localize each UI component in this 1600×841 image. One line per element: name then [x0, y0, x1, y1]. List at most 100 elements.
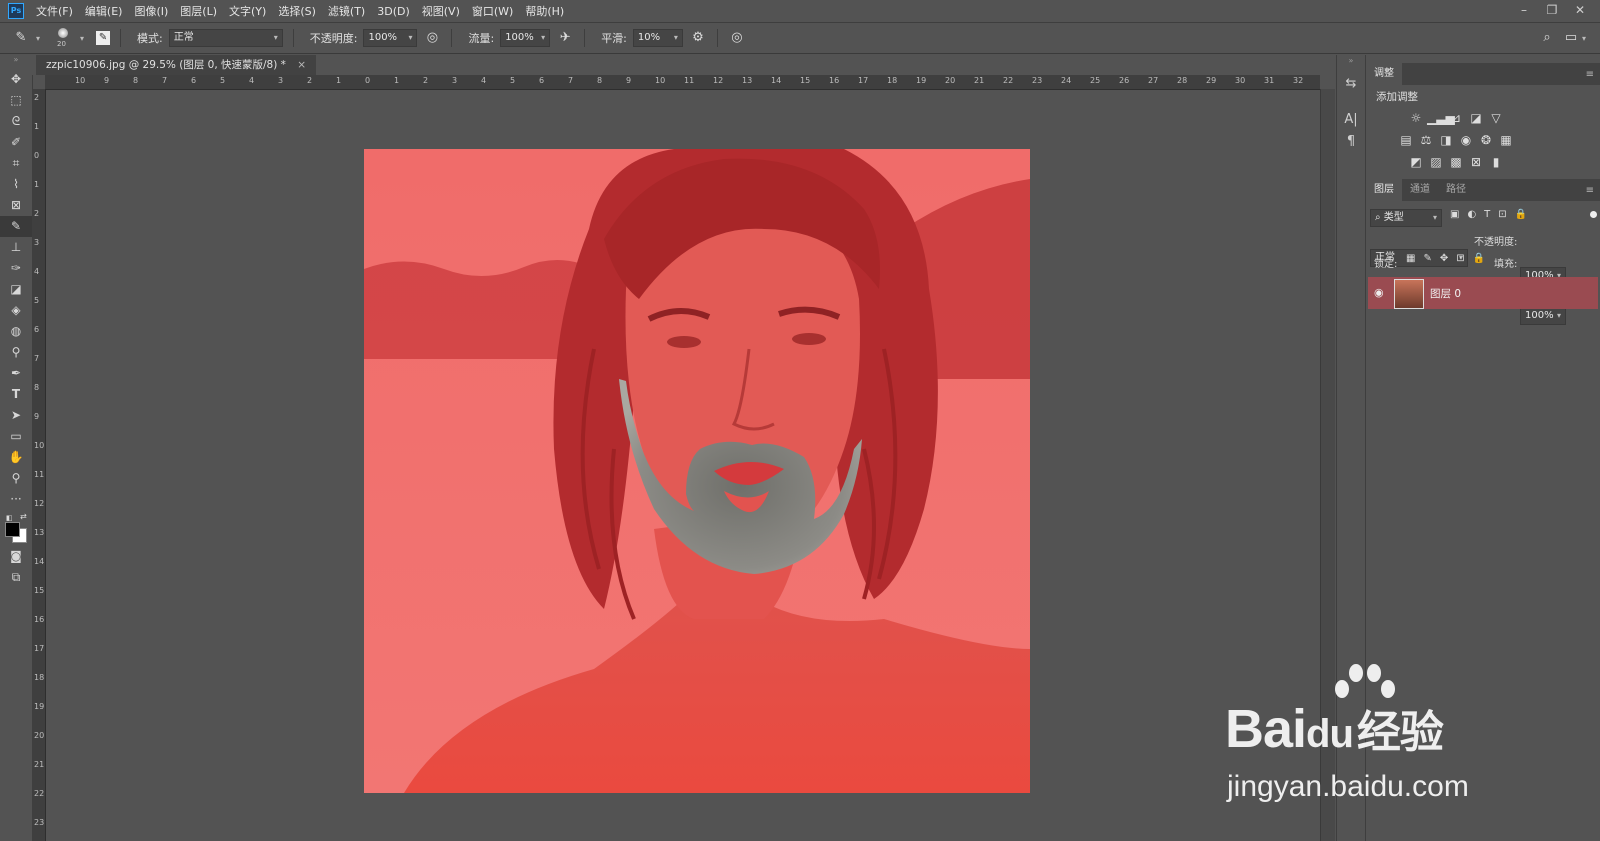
move-tool-icon[interactable]: ✥ — [0, 69, 32, 90]
menu-type[interactable]: 文字(Y) — [223, 3, 272, 19]
flow-field[interactable]: 100% ▾ — [500, 29, 551, 47]
layer-filter-icons[interactable]: ▣◐T⊡🔒 — [1450, 209, 1535, 220]
quick-select-tool-icon[interactable]: ✐ — [0, 132, 32, 153]
minimize-icon[interactable]: – — [1510, 0, 1538, 22]
gear-icon[interactable]: ⚙ — [689, 29, 707, 47]
menu-layer[interactable]: 图层(L) — [174, 3, 223, 19]
channel-mixer-icon[interactable]: ❂ — [1477, 131, 1495, 149]
ruler-tick-label: 9 — [626, 76, 632, 85]
ruler-tick-label: 1 — [34, 122, 40, 131]
paragraph-panel-icon[interactable]: ¶ — [1337, 131, 1365, 153]
fill-label: 填充: — [1494, 259, 1518, 270]
visibility-eye-icon[interactable]: ◉ — [1374, 286, 1384, 299]
hue-saturation-icon[interactable]: ▤ — [1397, 131, 1415, 149]
pressure-size-icon[interactable]: ◎ — [728, 29, 746, 47]
ruler-tick-label: 5 — [220, 76, 226, 85]
ruler-tick-label: 25 — [1090, 76, 1101, 85]
menu-3d[interactable]: 3D(D) — [371, 5, 416, 18]
curves-icon[interactable]: ⊿ — [1447, 109, 1465, 127]
color-lookup-icon[interactable]: ▦ — [1497, 131, 1515, 149]
opacity-field[interactable]: 100% ▾ — [363, 29, 418, 47]
history-panel-icon[interactable]: ⇆ — [1337, 73, 1365, 95]
selective-color-icon[interactable]: ⊠ — [1467, 153, 1485, 171]
paint-bucket-tool-icon[interactable]: ◈ — [0, 300, 32, 321]
brush-panel-icon[interactable]: ✎ — [96, 31, 111, 45]
black-white-icon[interactable]: ◨ — [1437, 131, 1455, 149]
gradient-map-icon[interactable]: ▮ — [1487, 153, 1505, 171]
lock-icons[interactable]: ▦✎✥⊡🔒 — [1406, 253, 1493, 264]
blur-tool-icon[interactable]: ◍ — [0, 321, 32, 342]
menu-filter[interactable]: 滤镜(T) — [322, 3, 371, 19]
character-panel-icon[interactable]: A| — [1337, 109, 1365, 131]
menu-view[interactable]: 视图(V) — [416, 3, 466, 19]
type-tool-icon[interactable]: T — [0, 384, 32, 405]
quick-mask-icon[interactable]: ◙ — [0, 546, 32, 567]
vertical-ruler[interactable]: 2 1 0 1 2 3 4 5 6 7 8 9 10 11 12 13 14 15 16 17 18 19 20 21 22 23 — [32, 89, 46, 841]
layer-row-selected[interactable]: ◉ 图层 0 — [1368, 277, 1598, 309]
chevron-down-icon[interactable]: ▾ — [80, 34, 84, 43]
foreground-color-swatch[interactable] — [5, 522, 20, 537]
zoom-tool-icon[interactable]: ⚲ — [0, 468, 32, 489]
search-icon[interactable]: ⌕ — [1538, 29, 1556, 47]
collapse-strip-icon[interactable]: » — [1337, 55, 1365, 69]
history-brush-tool-icon[interactable]: ✑ — [0, 258, 32, 279]
workspace-icon[interactable]: ▭ — [1562, 29, 1580, 47]
smoothing-field[interactable]: 10% ▾ — [632, 29, 683, 47]
stamp-tool-icon[interactable]: ⊥ — [0, 237, 32, 258]
photo-filter-icon[interactable]: ◉ — [1457, 131, 1475, 149]
collapse-tools-icon[interactable]: » — [0, 55, 32, 69]
filter-toggle-icon[interactable] — [1590, 211, 1597, 218]
menu-edit[interactable]: 编辑(E) — [79, 3, 129, 19]
chevron-down-icon[interactable]: ▾ — [36, 34, 40, 43]
path-select-tool-icon[interactable]: ➤ — [0, 405, 32, 426]
menu-help[interactable]: 帮助(H) — [519, 3, 570, 19]
frame-tool-icon[interactable]: ⊠ — [0, 195, 32, 216]
marquee-tool-icon[interactable]: ⬚ — [0, 90, 32, 111]
pressure-opacity-icon[interactable]: ◎ — [423, 29, 441, 47]
lasso-tool-icon[interactable]: ᘓ — [0, 111, 32, 132]
default-colors-icon[interactable]: ◧ — [6, 514, 13, 522]
rectangle-tool-icon[interactable]: ▭ — [0, 426, 32, 447]
crop-tool-icon[interactable]: ⌗ — [0, 153, 32, 174]
levels-icon[interactable]: ▁▃▅ — [1427, 109, 1455, 127]
tab-layers[interactable]: 图层 — [1366, 179, 1402, 201]
mode-select[interactable]: 正常 ▾ — [168, 29, 283, 47]
fill-field[interactable]: 100% ▾ — [1520, 307, 1566, 325]
document-tab[interactable]: zzpic10906.jpg @ 29.5% (图层 0, 快速蒙版/8) * … — [36, 55, 317, 75]
brush-tool-icon[interactable]: ✎ — [0, 216, 32, 237]
brush-preset-icon[interactable]: ✎ — [12, 29, 30, 47]
invert-icon[interactable]: ◩ — [1407, 153, 1425, 171]
threshold-icon[interactable]: ▩ — [1447, 153, 1465, 171]
layer-filter-select[interactable]: ⌕ 类型 ▾ — [1370, 209, 1442, 227]
chevron-down-icon[interactable]: ▾ — [1582, 34, 1586, 43]
eraser-tool-icon[interactable]: ◪ — [0, 279, 32, 300]
color-balance-icon[interactable]: ⚖ — [1417, 131, 1435, 149]
menu-select[interactable]: 选择(S) — [272, 3, 322, 19]
brightness-icon[interactable]: ☼ — [1407, 109, 1425, 127]
menu-image[interactable]: 图像(I) — [128, 3, 174, 19]
panel-menu-icon[interactable]: ≡ — [1586, 69, 1594, 80]
close-tab-icon[interactable]: × — [297, 59, 306, 71]
eyedropper-tool-icon[interactable]: ⌇ — [0, 174, 32, 195]
pen-tool-icon[interactable]: ✒ — [0, 363, 32, 384]
hand-tool-icon[interactable]: ✋ — [0, 447, 32, 468]
tab-paths[interactable]: 路径 — [1438, 179, 1474, 201]
restore-icon[interactable]: ❐ — [1538, 0, 1566, 22]
airbrush-icon[interactable]: ✈ — [556, 29, 574, 47]
brush-size-picker[interactable]: 20 — [52, 26, 74, 50]
exposure-icon[interactable]: ◪ — [1467, 109, 1485, 127]
posterize-icon[interactable]: ▨ — [1427, 153, 1445, 171]
horizontal-ruler[interactable]: 10 9 8 7 6 5 4 3 2 1 0 1 2 3 4 5 6 7 8 9 10 11 12 13 14 15 16 17 18 1… — [45, 75, 1320, 90]
document-image[interactable] — [364, 149, 1030, 793]
close-window-icon[interactable]: ✕ — [1566, 0, 1594, 22]
menu-file[interactable]: 文件(F) — [30, 3, 79, 19]
dodge-tool-icon[interactable]: ⚲ — [0, 342, 32, 363]
vibrance-icon[interactable]: ▽ — [1487, 109, 1505, 127]
menu-window[interactable]: 窗口(W) — [466, 3, 519, 19]
tab-channels[interactable]: 通道 — [1402, 179, 1438, 201]
panel-menu-icon[interactable]: ≡ — [1586, 185, 1594, 196]
swap-colors-icon[interactable]: ⇄ — [20, 512, 27, 521]
tab-adjustments[interactable]: 调整 — [1366, 63, 1402, 85]
screen-mode-icon[interactable]: ⧉ — [0, 567, 32, 588]
more-tools-icon[interactable]: ··· — [0, 489, 32, 510]
